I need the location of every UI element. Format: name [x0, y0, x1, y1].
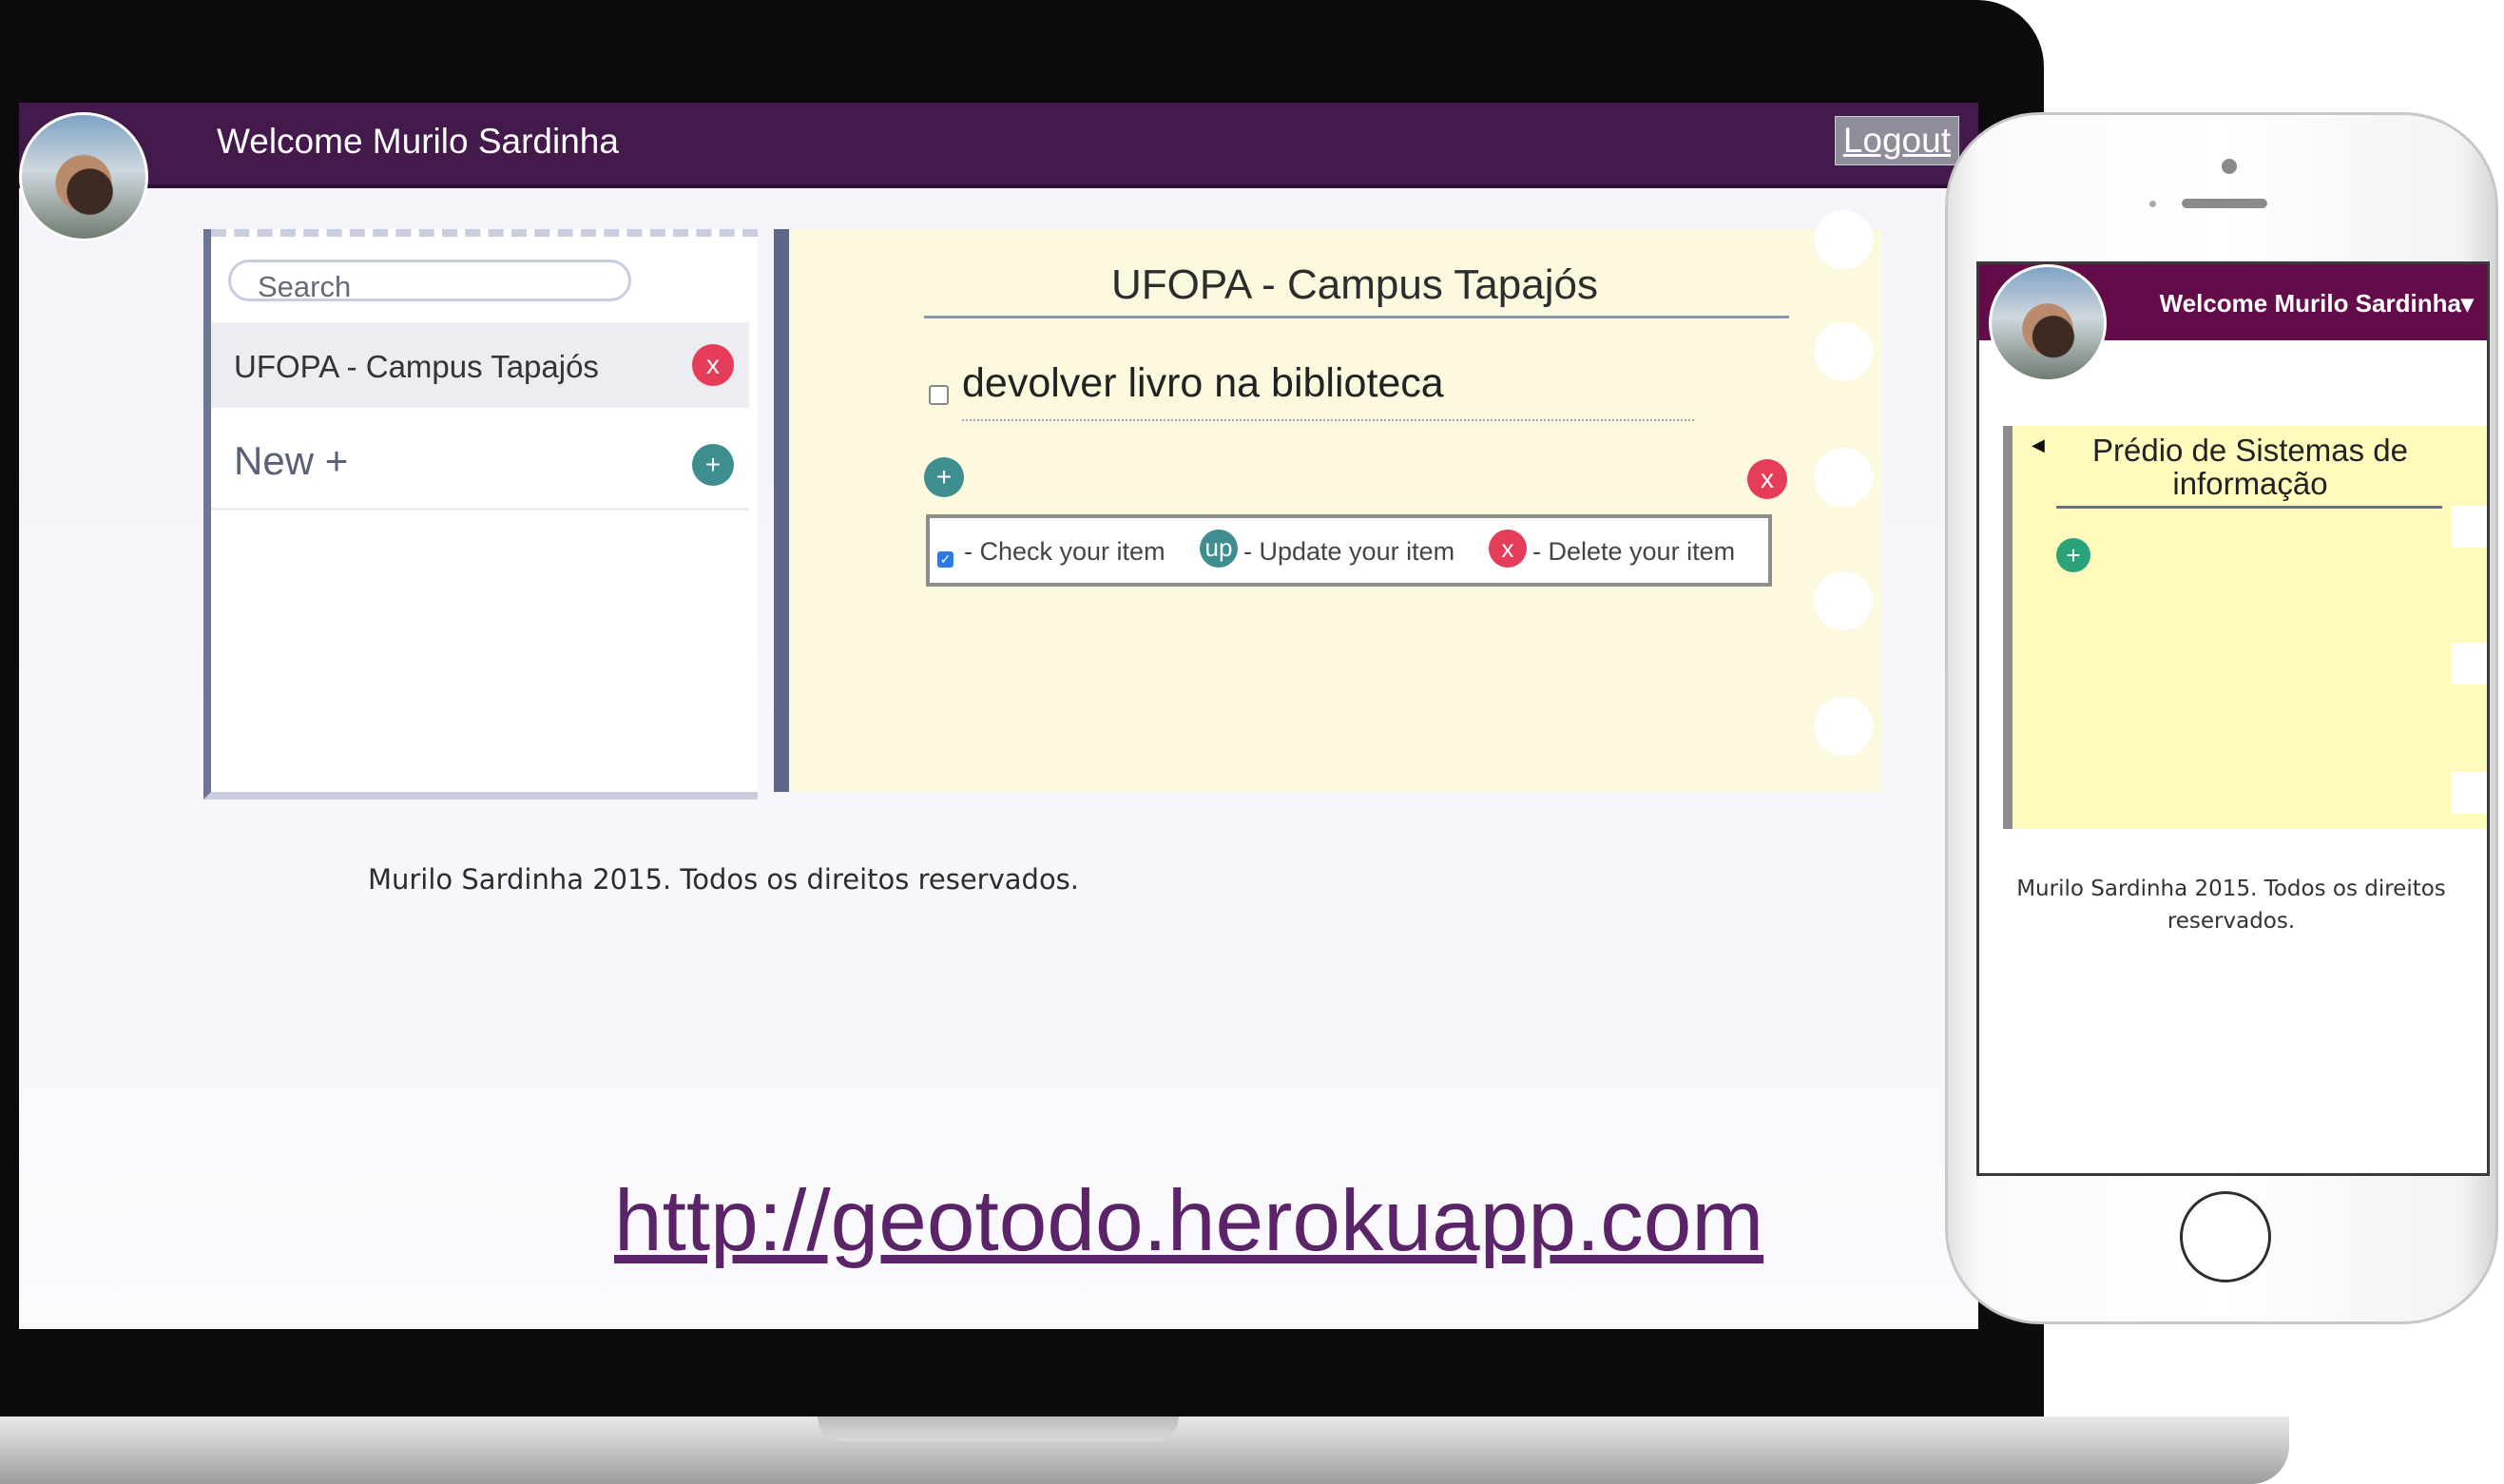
todo-checkbox[interactable]: [929, 385, 949, 405]
list-item[interactable]: UFOPA - Campus Tapajós x: [211, 322, 749, 408]
delete-badge-icon: x: [1489, 530, 1527, 568]
title-underline: [924, 316, 1789, 318]
phone-speaker: [2182, 199, 2267, 208]
top-navbar: Welcome Murilo Sardinha Logout: [19, 103, 1978, 188]
phone-camera: [2222, 159, 2237, 174]
add-todo-icon[interactable]: +: [924, 457, 964, 497]
legend-box: ✓ - Check your item up - Update your ite…: [926, 514, 1772, 587]
mobile-footer: Murilo Sardinha 2015. Todos os direitos …: [2016, 877, 2446, 934]
new-list-label: New +: [234, 438, 349, 483]
binder-hole: [1814, 571, 1873, 630]
desktop-footer: Murilo Sardinha 2015. Todos os direitos …: [367, 863, 1080, 896]
laptop-notch: [818, 1417, 1179, 1441]
welcome-text: Welcome Murilo Sardinha: [217, 122, 619, 161]
binder-hole: [2452, 506, 2487, 548]
mobile-welcome-dropdown[interactable]: Welcome Murilo Sardinha▾: [2160, 289, 2474, 318]
phone-sensor: [2149, 201, 2156, 207]
checked-checkbox-icon: ✓: [937, 551, 953, 568]
binder-hole: [2452, 772, 2487, 814]
notes-divider: [774, 229, 789, 792]
notes-title: UFOPA - Campus Tapajós: [1111, 261, 1598, 308]
delete-list-icon[interactable]: x: [692, 344, 734, 386]
todo-underline: [962, 419, 1694, 421]
add-list-icon[interactable]: +: [692, 444, 734, 486]
site-url-link[interactable]: http://geotodo.herokuapp.com: [614, 1172, 1763, 1271]
phone-home-button[interactable]: [2180, 1191, 2271, 1282]
binder-hole: [1814, 697, 1873, 756]
mobile-avatar[interactable]: [1989, 264, 2107, 382]
avatar[interactable]: [19, 112, 148, 241]
mobile-app: Welcome Murilo Sardinha▾ ◀ Prédio de Sis…: [1976, 261, 2490, 1176]
notes-panel: UFOPA - Campus Tapajós devolver livro na…: [791, 210, 1882, 792]
todo-item-text[interactable]: devolver livro na biblioteca: [962, 360, 1444, 407]
list-item-label: UFOPA - Campus Tapajós: [234, 349, 599, 384]
legend-update-label: - Update your item: [1243, 537, 1455, 566]
binder-hole: [2452, 643, 2487, 684]
delete-todo-icon[interactable]: x: [1747, 459, 1787, 499]
update-badge-icon: up: [1200, 530, 1238, 568]
binder-hole: [1814, 322, 1873, 381]
mobile-title-underline: [2056, 506, 2442, 509]
desktop-app: Welcome Murilo Sardinha Logout Search UF…: [19, 103, 1978, 1329]
lists-sidebar: Search UFOPA - Campus Tapajós x New + +: [203, 229, 758, 800]
binder-hole: [1814, 448, 1873, 507]
mobile-notes-panel: ◀ Prédio de Sistemas de informação +: [2003, 426, 2487, 829]
back-arrow-icon[interactable]: ◀: [2032, 435, 2045, 455]
mobile-notes-title: Prédio de Sistemas de informação: [2091, 433, 2408, 501]
mobile-add-icon[interactable]: +: [2056, 538, 2090, 572]
legend-check-label: - Check your item: [964, 537, 1165, 566]
binder-hole: [1814, 210, 1873, 269]
laptop-frame: Welcome Murilo Sardinha Logout Search UF…: [0, 0, 2044, 1417]
logout-button[interactable]: Logout: [1834, 116, 1959, 165]
phone-frame: Welcome Murilo Sardinha▾ ◀ Prédio de Sis…: [1945, 112, 2498, 1324]
legend-delete-label: - Delete your item: [1532, 537, 1736, 566]
search-input[interactable]: Search: [228, 260, 631, 303]
sidebar-top-border: [211, 229, 758, 237]
new-list-row[interactable]: New + +: [211, 415, 749, 511]
